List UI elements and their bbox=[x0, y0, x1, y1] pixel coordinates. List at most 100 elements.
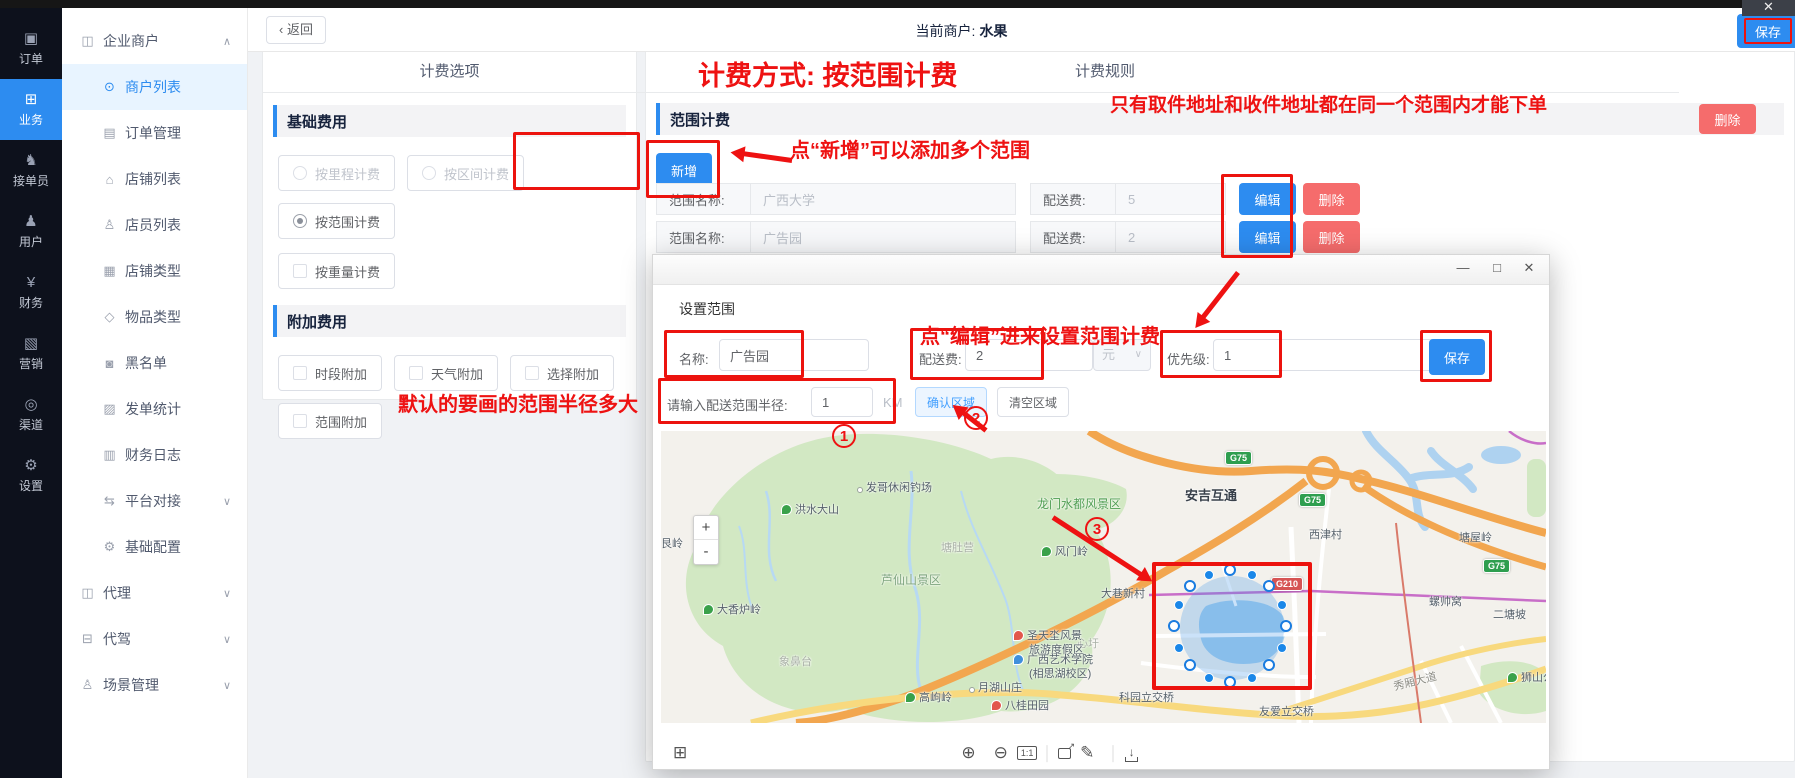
close-icon[interactable]: ✕ bbox=[1519, 260, 1539, 276]
sidebar-item-finance-log[interactable]: ▥财务日志 bbox=[62, 432, 247, 478]
selection-handle[interactable] bbox=[1184, 580, 1196, 592]
add-range-button[interactable]: 新增 bbox=[656, 153, 712, 187]
rail-item-couriers[interactable]: ♞接单员 bbox=[0, 140, 62, 201]
map-label: 大香炉岭 bbox=[703, 601, 761, 617]
rail-item-users[interactable]: ♟用户 bbox=[0, 201, 62, 262]
sidebar-item-scene-management[interactable]: ♙场景管理∨ bbox=[62, 662, 247, 708]
range-fee-value: 5 bbox=[1116, 183, 1226, 215]
sidebar-item-item-type[interactable]: ◇物品类型 bbox=[62, 294, 247, 340]
map-zoom-in[interactable]: + bbox=[694, 516, 718, 540]
option-weight[interactable]: 按重量计费 bbox=[278, 253, 395, 289]
sidebar-item-shop-type[interactable]: ▦店铺类型 bbox=[62, 248, 247, 294]
poi-marker-icon bbox=[1507, 672, 1518, 683]
radio-unchecked-icon[interactable] bbox=[293, 166, 307, 180]
pencil-icon[interactable]: ✎ bbox=[1080, 743, 1094, 763]
selection-handle[interactable] bbox=[1277, 643, 1287, 653]
rail-item-orders[interactable]: ▣订单 bbox=[0, 18, 62, 79]
sidebar-item-order-management[interactable]: ▤订单管理 bbox=[62, 110, 247, 156]
name-input[interactable] bbox=[719, 339, 869, 371]
map-zoom-out[interactable]: - bbox=[694, 540, 718, 564]
option-label: 按范围计费 bbox=[315, 212, 380, 231]
selection-handle[interactable] bbox=[1224, 564, 1236, 576]
selection-handle[interactable] bbox=[1280, 620, 1292, 632]
edit-range-button[interactable]: 编辑 bbox=[1239, 183, 1296, 215]
selection-handle[interactable] bbox=[1174, 643, 1184, 653]
rail-item-business[interactable]: ⊞业务 bbox=[0, 79, 62, 140]
sidebar-item-agents[interactable]: ◫代理∨ bbox=[62, 570, 247, 616]
close-window-icon[interactable]: ✕ bbox=[1742, 0, 1795, 16]
maximize-icon[interactable]: □ bbox=[1487, 260, 1507, 275]
checkbox-unchecked-icon[interactable] bbox=[293, 414, 307, 428]
selection-handle[interactable] bbox=[1263, 580, 1275, 592]
selection-handle[interactable] bbox=[1204, 673, 1214, 683]
save-button-top[interactable]: 保存 bbox=[1737, 14, 1795, 48]
selection-handle[interactable] bbox=[1204, 570, 1214, 580]
sidebar-item-label: 场景管理 bbox=[103, 675, 159, 695]
delete-range-billing-button[interactable]: 删除 bbox=[1699, 104, 1756, 134]
map-label: 二塘坡 bbox=[1493, 606, 1526, 622]
map-canvas[interactable]: + - 发哥休闲钓场洪水大山艮岭龙门水都风景区风门岭塘肚营芦仙山景区大香炉岭安吉… bbox=[661, 431, 1546, 723]
rail-item-channels[interactable]: ◎渠道 bbox=[0, 384, 62, 445]
poi-marker-icon bbox=[703, 604, 714, 615]
selection-handle[interactable] bbox=[1247, 673, 1257, 683]
draw-rectangle-icon[interactable]: ↗ bbox=[1058, 748, 1071, 759]
option-extra-1[interactable]: 天气附加 bbox=[394, 355, 498, 391]
sidebar-item-shop-list[interactable]: ⌂店铺列表 bbox=[62, 156, 247, 202]
checkbox-unchecked-icon[interactable] bbox=[525, 366, 539, 380]
option-base-0[interactable]: 按里程计费 bbox=[278, 155, 395, 191]
zoom-in-icon[interactable]: ⊕ bbox=[961, 743, 975, 763]
option-extra-0[interactable]: 时段附加 bbox=[278, 355, 382, 391]
confirm-area-button[interactable]: 确认区域 bbox=[915, 387, 987, 417]
sidebar-item-label: 财务日志 bbox=[125, 445, 181, 465]
sidebar-item-designated-driving[interactable]: ⊟代驾∨ bbox=[62, 616, 247, 662]
fee-input[interactable] bbox=[965, 339, 1093, 371]
edit-range-button[interactable]: 编辑 bbox=[1239, 221, 1296, 253]
checkbox-unchecked-icon[interactable] bbox=[293, 366, 307, 380]
marketing-icon: ▧ bbox=[24, 336, 38, 352]
selection-handle[interactable] bbox=[1224, 676, 1236, 688]
sidebar-item-base-config[interactable]: ⚙基础配置 bbox=[62, 524, 247, 570]
selection-handle[interactable] bbox=[1247, 570, 1257, 580]
sidebar-item-label: 发单统计 bbox=[125, 399, 181, 419]
selection-handle[interactable] bbox=[1277, 600, 1287, 610]
rail-item-marketing[interactable]: ▧营销 bbox=[0, 323, 62, 384]
range-fee-label: 配送费: bbox=[1030, 221, 1116, 253]
minimize-icon[interactable]: — bbox=[1453, 260, 1473, 275]
selection-handle[interactable] bbox=[1184, 659, 1196, 671]
unit-select[interactable]: 元∨ bbox=[1093, 339, 1151, 371]
option-extra-2[interactable]: 选择附加 bbox=[510, 355, 614, 391]
billing-rules-title: 计费规则 bbox=[531, 51, 1679, 93]
rail-item-finance[interactable]: ¥财务 bbox=[0, 262, 62, 323]
ratio-1-1-icon[interactable]: 1:1 bbox=[1017, 746, 1038, 760]
delete-range-button[interactable]: 删除 bbox=[1303, 183, 1360, 215]
poi-marker-icon bbox=[781, 504, 792, 515]
option-extra-3[interactable]: 范围附加 bbox=[278, 403, 382, 439]
selection-handle[interactable] bbox=[1168, 620, 1180, 632]
save-range-button[interactable]: 保存 bbox=[1429, 339, 1485, 375]
download-icon[interactable]: ↓ bbox=[1124, 746, 1139, 761]
selection-handle[interactable] bbox=[1263, 659, 1275, 671]
option-base-2[interactable]: 按范围计费 bbox=[278, 203, 395, 239]
merchant-list-icon: ⊙ bbox=[102, 79, 117, 95]
sidebar-item-enterprise-merchant[interactable]: ◫企业商户∧ bbox=[62, 18, 247, 64]
sidebar-item-merchant-list[interactable]: ⊙商户列表 bbox=[62, 64, 247, 110]
rail-item-label: 业务 bbox=[19, 111, 43, 128]
clear-area-button[interactable]: 清空区域 bbox=[997, 387, 1069, 417]
sidebar-item-dispatch-stats[interactable]: ▨发单统计 bbox=[62, 386, 247, 432]
checkbox-unchecked-icon[interactable] bbox=[293, 264, 307, 278]
rail-item-settings[interactable]: ⚙设置 bbox=[0, 445, 62, 506]
option-base-1[interactable]: 按区间计费 bbox=[407, 155, 524, 191]
checkbox-unchecked-icon[interactable] bbox=[409, 366, 423, 380]
radius-input[interactable] bbox=[811, 387, 873, 417]
radio-unchecked-icon[interactable] bbox=[422, 166, 436, 180]
zoom-out-icon[interactable]: ⊖ bbox=[994, 743, 1008, 763]
sidebar-item-platform-connect[interactable]: ⇆平台对接∨ bbox=[62, 478, 247, 524]
priority-input[interactable] bbox=[1213, 339, 1437, 371]
radio-selected-icon[interactable] bbox=[293, 214, 307, 228]
sidebar-item-clerk-list[interactable]: ♙店员列表 bbox=[62, 202, 247, 248]
designated-driving-icon: ⊟ bbox=[80, 631, 95, 647]
grid-icon[interactable]: ⊞ bbox=[673, 743, 687, 763]
delete-range-button[interactable]: 删除 bbox=[1303, 221, 1360, 253]
sidebar-item-blacklist[interactable]: ◙黑名单 bbox=[62, 340, 247, 386]
selection-handle[interactable] bbox=[1174, 600, 1184, 610]
